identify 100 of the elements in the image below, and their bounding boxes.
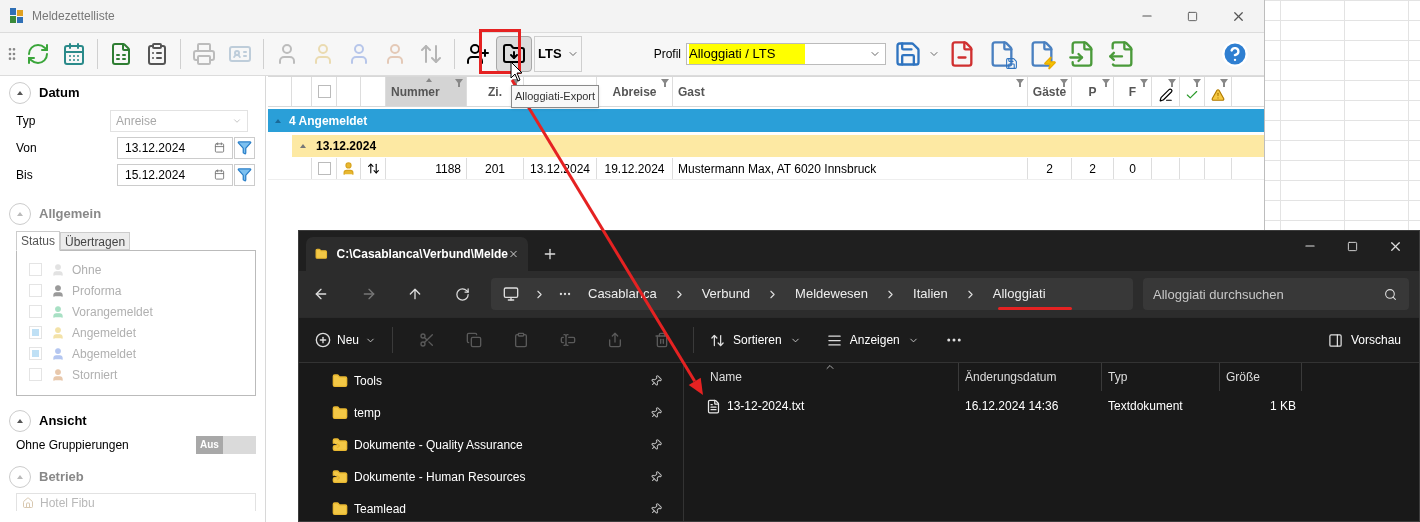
profile-dropdown[interactable]: Alloggiati / LTS xyxy=(686,43,886,65)
navigation-item[interactable]: Dokumente - Human Resources xyxy=(299,461,683,493)
sort-icon xyxy=(710,332,725,348)
up-down-arrows-icon xyxy=(366,162,380,175)
window-tab[interactable]: C:\Casablanca\Verbund\Melde xyxy=(306,237,528,271)
column-header[interactable]: Name xyxy=(704,363,959,391)
calendar-icon xyxy=(214,142,225,153)
house-icon xyxy=(22,496,34,509)
new-tab-icon[interactable] xyxy=(542,246,558,262)
filter-icon xyxy=(237,167,252,182)
navigation-item[interactable]: Teamlead xyxy=(299,493,683,521)
split-button-label: LTS xyxy=(537,45,563,64)
filter-button[interactable] xyxy=(234,163,255,186)
table-cell: 2 xyxy=(1072,158,1114,179)
view-button[interactable]: Anzeigen xyxy=(826,331,919,349)
caret-up-icon xyxy=(17,475,23,479)
share-icon xyxy=(606,332,623,348)
field-value: Hotel Fibu xyxy=(40,494,95,512)
folder-download-icon xyxy=(502,42,526,66)
split-button[interactable]: LTS xyxy=(534,36,582,72)
section-title: Datum xyxy=(39,84,80,103)
back-icon[interactable] xyxy=(313,286,329,302)
column-header[interactable]: Größe xyxy=(1220,363,1302,391)
status-label: Storniert xyxy=(72,366,118,384)
filter-icon xyxy=(237,140,252,155)
caret-up-icon xyxy=(17,212,23,216)
date-field[interactable]: 13.12.2024 xyxy=(117,136,233,159)
subgroup-title: 13.12.2024 xyxy=(316,138,377,155)
panel-icon xyxy=(1327,332,1343,348)
breadcrumb-item[interactable]: Alloggiati xyxy=(992,284,1046,304)
option-label: Ohne Gruppierungen xyxy=(16,437,130,454)
linked-folder-icon xyxy=(332,437,348,453)
person-add-icon xyxy=(466,42,490,66)
sort-button[interactable]: Sortieren xyxy=(710,331,801,349)
column-header[interactable]: Änderungsdatum xyxy=(959,363,1102,391)
calendar-icon xyxy=(214,169,225,180)
breadcrumb-item[interactable]: Meldewesen xyxy=(795,284,869,304)
caret-icon xyxy=(275,118,281,123)
list-icon xyxy=(145,42,169,66)
column-header[interactable]: P xyxy=(1072,77,1114,106)
file-date: 16.12.2024 14:36 xyxy=(964,398,1060,415)
profile-value: Alloggiati / LTS xyxy=(689,44,806,64)
checkbox[interactable] xyxy=(317,85,331,98)
breadcrumb-item[interactable]: Verbund xyxy=(701,284,751,304)
file-name: 13-12-2024.txt xyxy=(727,398,805,415)
spreadsheet-icon xyxy=(109,42,133,66)
field-label: Von xyxy=(16,139,38,157)
plus-icon xyxy=(315,332,331,348)
status-label: Proforma xyxy=(72,282,122,300)
column-header[interactable]: Gast xyxy=(673,77,1028,106)
up-icon[interactable] xyxy=(407,286,423,302)
lightning-icon xyxy=(1043,56,1057,70)
refresh-icon[interactable] xyxy=(455,286,470,302)
warning-icon xyxy=(1211,88,1225,102)
file-size: 1 KB xyxy=(1269,398,1296,415)
table-cell: 2 xyxy=(1028,158,1072,179)
file-type: Textdokument xyxy=(1107,398,1184,415)
caret-up-icon xyxy=(17,419,23,423)
forward-icon[interactable] xyxy=(361,286,377,302)
column-header[interactable]: Typ xyxy=(1102,363,1220,391)
dropdown-value: Anreise xyxy=(116,112,158,130)
app-logo-icon xyxy=(10,8,24,24)
column-header[interactable]: F xyxy=(1114,77,1152,106)
help-icon xyxy=(1221,40,1249,68)
pen-icon xyxy=(1158,88,1173,102)
maximize-icon[interactable] xyxy=(1187,10,1198,22)
search-icon xyxy=(1384,288,1397,301)
subgroup-row[interactable]: 13.12.2024 xyxy=(292,135,1264,157)
copy-icon xyxy=(465,332,482,348)
breadcrumb-item[interactable]: Italien xyxy=(913,284,948,304)
date-value: 13.12.2024 xyxy=(125,139,187,157)
column-header[interactable]: Gäste xyxy=(1028,77,1072,106)
printer-icon xyxy=(192,42,216,66)
collapse-button[interactable] xyxy=(9,82,31,104)
navigation-item[interactable]: Tools xyxy=(299,365,683,397)
monitor-icon xyxy=(503,286,519,302)
table-cell: Mustermann Max, AT 6020 Innsbruck xyxy=(673,158,1028,179)
rename-icon xyxy=(559,332,576,348)
trash-icon xyxy=(653,332,670,348)
date-value: 15.12.2024 xyxy=(125,166,187,184)
date-field[interactable]: 15.12.2024 xyxy=(117,163,233,186)
column-header[interactable]: Nummer xyxy=(386,77,467,106)
filter-button[interactable] xyxy=(234,136,255,159)
file-row[interactable]: 13-12-2024.txt 16.12.2024 14:36 Textdokument 1 KB xyxy=(704,391,1419,421)
collapse-button[interactable] xyxy=(9,410,31,432)
section-title: Betrieb xyxy=(39,468,84,487)
checkbox[interactable] xyxy=(317,162,331,175)
navigation-item[interactable]: Dokumente - Quality Assurance xyxy=(299,429,683,461)
sort-arrow-icon xyxy=(426,78,432,82)
section-title: Ansicht xyxy=(39,412,87,431)
new-button[interactable]: Neu xyxy=(315,331,376,349)
preview-button[interactable]: Vorschau xyxy=(1327,331,1401,349)
text-file-icon xyxy=(706,398,721,414)
navigation-item[interactable]: temp xyxy=(299,397,683,429)
status-label: Ohne xyxy=(72,261,102,279)
folder-icon xyxy=(315,246,328,262)
search-field[interactable]: Alloggiati durchsuchen xyxy=(1143,278,1409,310)
tab-title: C:\Casablanca\Verbund\Melde xyxy=(336,246,508,263)
help-button[interactable] xyxy=(1220,39,1250,69)
folder-icon xyxy=(332,501,348,517)
